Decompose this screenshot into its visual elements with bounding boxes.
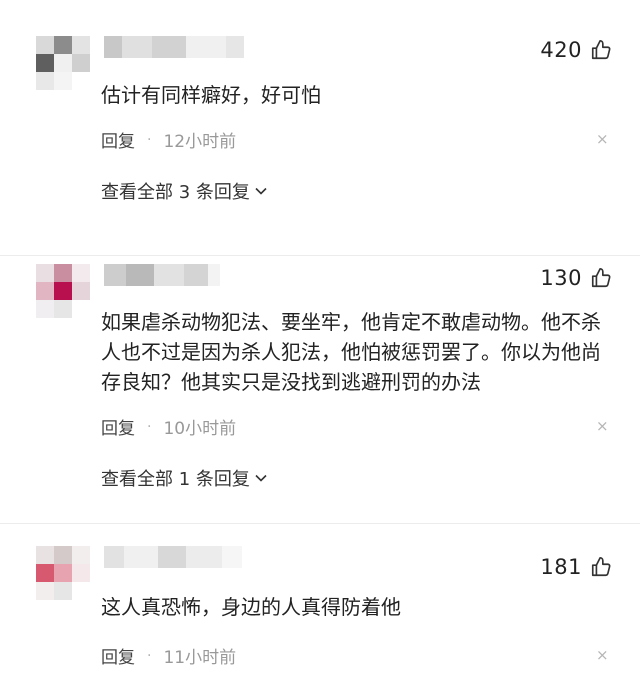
thumbs-up-icon [591, 40, 611, 60]
timestamp: 10小时前 [163, 419, 237, 439]
separator-dot: · [147, 131, 152, 148]
avatar[interactable] [36, 264, 90, 318]
close-icon[interactable]: × [596, 648, 609, 663]
comment-meta: 回复 · 11小时前 [101, 643, 237, 669]
chevron-down-icon [255, 187, 267, 195]
thumbs-up-icon [591, 268, 611, 288]
comment-text: 估计有同样癖好，好可怕 [101, 83, 321, 107]
separator-dot: · [147, 418, 152, 435]
reply-button[interactable]: 回复 [101, 127, 135, 152]
close-icon[interactable]: × [596, 419, 609, 434]
username-blurred[interactable] [104, 36, 244, 58]
avatar[interactable] [36, 36, 90, 90]
like-button[interactable]: 420 [540, 38, 612, 62]
like-count: 181 [540, 555, 582, 579]
like-button[interactable]: 181 [540, 555, 612, 579]
timestamp: 11小时前 [163, 648, 237, 668]
chevron-down-icon [255, 474, 267, 482]
reply-button[interactable]: 回复 [101, 414, 135, 439]
avatar[interactable] [36, 546, 90, 600]
comment-meta: 回复 · 12小时前 [101, 127, 237, 153]
timestamp: 12小时前 [163, 132, 237, 152]
view-replies-label: 查看全部 3 条回复 [101, 182, 250, 203]
comment-meta: 回复 · 10小时前 [101, 414, 237, 440]
comment-item: 420 估计有同样癖好，好可怕 回复 · 12小时前 × 查看全部 3 条回复 [0, 0, 640, 256]
comment-text: 如果虐杀动物犯法、要坐牢，他肯定不敢虐动物。他不杀人也不过是因为杀人犯法，他怕被… [101, 310, 601, 394]
separator-dot: · [147, 647, 152, 664]
view-all-replies-button[interactable]: 查看全部 3 条回复 [101, 178, 268, 204]
close-icon[interactable]: × [596, 132, 609, 147]
view-all-replies-button[interactable]: 查看全部 1 条回复 [101, 465, 268, 491]
view-replies-label: 查看全部 1 条回复 [101, 469, 250, 490]
like-count: 130 [540, 266, 582, 290]
comment-item: 130 如果虐杀动物犯法、要坐牢，他肯定不敢虐动物。他不杀人也不过是因为杀人犯法… [0, 256, 640, 524]
reply-button[interactable]: 回复 [101, 643, 135, 668]
like-button[interactable]: 130 [540, 266, 612, 290]
username-blurred[interactable] [104, 546, 242, 568]
comment-text: 这人真恐怖，身边的人真得防着他 [101, 595, 401, 619]
username-blurred[interactable] [104, 264, 220, 286]
comment-item: 181 这人真恐怖，身边的人真得防着他 回复 · 11小时前 × [0, 524, 640, 690]
like-count: 420 [540, 38, 582, 62]
thumbs-up-icon [591, 557, 611, 577]
